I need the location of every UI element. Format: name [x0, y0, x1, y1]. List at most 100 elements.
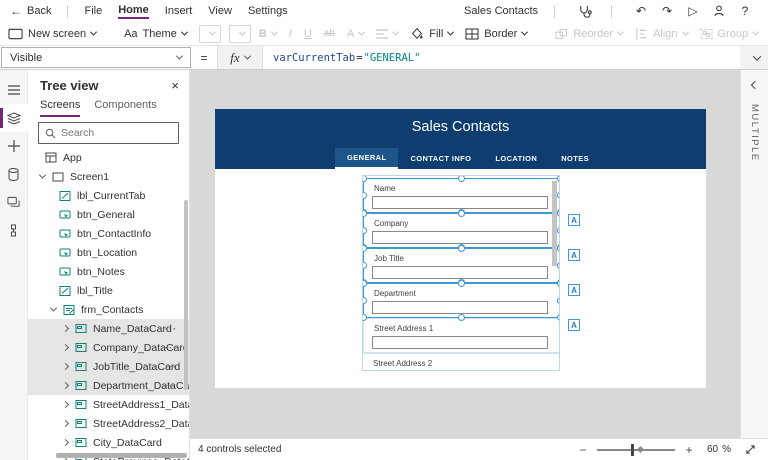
insert-plus-icon[interactable] — [0, 132, 28, 160]
tree-item-streetaddress2-datacard[interactable]: StreetAddress2_DataCard — [28, 414, 189, 433]
tree-item-lbl-title[interactable]: lbl_Title — [28, 281, 189, 300]
selection-handle[interactable] — [557, 210, 560, 217]
selection-handle[interactable] — [362, 192, 367, 199]
chevron-collapsed-icon[interactable] — [62, 344, 69, 351]
tree-item-lbl-currenttab[interactable]: lbl_CurrentTab — [28, 186, 189, 205]
chevron-collapsed-icon[interactable] — [62, 420, 69, 427]
selection-handle[interactable] — [557, 297, 560, 304]
underline-button[interactable]: U — [304, 28, 312, 40]
tree-view-icon[interactable] — [0, 104, 28, 132]
tree-vertical-scrollbar[interactable] — [184, 200, 188, 390]
chevron-collapsed-icon[interactable] — [62, 363, 69, 370]
selection-handle[interactable] — [458, 280, 465, 287]
text-field-badge[interactable]: A — [568, 284, 580, 296]
property-select[interactable]: Visible — [1, 47, 191, 68]
selection-handle[interactable] — [362, 297, 367, 304]
tree-item-name-datacard[interactable]: Name_DataCard ··· — [28, 319, 189, 338]
zoom-slider-thumb[interactable] — [631, 444, 634, 456]
menu-settings[interactable]: Settings — [248, 5, 288, 17]
selection-handle[interactable] — [557, 262, 560, 269]
tree-search-box[interactable] — [38, 122, 179, 144]
tab-components[interactable]: Components — [94, 99, 156, 117]
text-align-button[interactable] — [376, 29, 398, 39]
chevron-expanded-icon[interactable] — [50, 305, 57, 312]
text-input-field[interactable] — [372, 336, 548, 349]
fill-button[interactable]: Fill — [410, 27, 453, 40]
data-sources-icon[interactable] — [0, 160, 28, 188]
search-input[interactable] — [61, 127, 172, 139]
menu-insert[interactable]: Insert — [165, 5, 193, 17]
tree-horizontal-scrollbar[interactable] — [56, 453, 187, 458]
department-datacard[interactable]: Department — [363, 283, 560, 318]
border-button[interactable]: Border — [465, 28, 527, 40]
font-size-select[interactable] — [229, 25, 251, 43]
help-icon[interactable]: ? — [732, 4, 758, 18]
tree-item-btn-notes[interactable]: btn_Notes — [28, 262, 189, 281]
selection-handle[interactable] — [362, 280, 367, 287]
tree-item-city-datacard[interactable]: City_DataCard — [28, 433, 189, 452]
app-tab-contact-info[interactable]: CONTACT INFO — [398, 148, 483, 169]
chevron-collapsed-icon[interactable] — [62, 401, 69, 408]
reorder-button[interactable]: Reorder — [555, 28, 623, 40]
back-button[interactable]: ← Back — [10, 4, 51, 18]
more-options-icon[interactable]: ··· — [165, 362, 177, 372]
redo-icon[interactable]: ↷ — [654, 4, 680, 18]
text-input-field[interactable] — [372, 301, 548, 314]
more-options-icon[interactable]: ··· — [165, 381, 177, 391]
menu-home[interactable]: Home — [118, 4, 149, 19]
selection-handle[interactable] — [557, 227, 560, 234]
jobtitle-datacard[interactable]: Job Title — [363, 248, 560, 283]
selection-handle[interactable] — [362, 245, 367, 252]
chevron-left-icon[interactable] — [750, 81, 758, 89]
close-icon[interactable]: × — [171, 78, 179, 93]
selection-handle[interactable] — [362, 210, 367, 217]
streetaddress2-datacard[interactable]: Street Address 2 — [363, 353, 560, 371]
app-tab-location[interactable]: LOCATION — [483, 148, 549, 169]
tree-item-streetaddress1-datacard[interactable]: StreetAddress1_DataCard — [28, 395, 189, 414]
text-field-badge[interactable]: A — [568, 319, 580, 331]
formula-bar-expand-button[interactable] — [740, 46, 768, 69]
media-icon[interactable] — [0, 188, 28, 216]
zoom-slider[interactable] — [597, 449, 675, 451]
text-input-field[interactable] — [372, 266, 548, 279]
selection-handle[interactable] — [362, 227, 367, 234]
selection-handle[interactable] — [557, 245, 560, 252]
align-button[interactable]: Align — [635, 28, 687, 40]
tree-item-company-datacard[interactable]: Company_DataCard ··· — [28, 338, 189, 357]
selection-handle[interactable] — [458, 314, 465, 321]
tree-item-btn-general[interactable]: btn_General — [28, 205, 189, 224]
chevron-collapsed-icon[interactable] — [62, 325, 69, 332]
chevron-collapsed-icon[interactable] — [62, 439, 69, 446]
undo-icon[interactable]: ↶ — [628, 4, 654, 18]
share-person-icon[interactable] — [706, 4, 732, 18]
properties-panel-collapsed[interactable]: MULTIPLE — [740, 70, 768, 438]
more-options-icon[interactable]: ··· — [165, 343, 177, 353]
selection-handle[interactable] — [458, 175, 465, 182]
font-family-select[interactable] — [199, 25, 221, 43]
tree-item-frm-contacts[interactable]: frm_Contacts — [28, 300, 189, 319]
selection-handle[interactable] — [557, 175, 560, 182]
fit-to-window-icon[interactable] — [745, 444, 756, 455]
menu-view[interactable]: View — [208, 5, 232, 17]
tree-item-btn-location[interactable]: btn_Location — [28, 243, 189, 262]
form-scrollbar[interactable] — [552, 181, 557, 266]
app-tab-notes[interactable]: NOTES — [549, 148, 601, 169]
selection-handle[interactable] — [557, 280, 560, 287]
canvas-area[interactable]: Sales Contacts GENERAL CONTACT INFO LOCA… — [190, 70, 740, 438]
group-button[interactable]: Group — [700, 28, 759, 40]
selection-handle[interactable] — [362, 262, 367, 269]
zoom-out-button[interactable]: − — [575, 443, 591, 457]
font-color-button[interactable]: A — [347, 28, 364, 40]
tree-item-department-datacard[interactable]: Department_DataCard ··· — [28, 376, 189, 395]
selection-handle[interactable] — [557, 314, 560, 321]
app-header[interactable]: Sales Contacts GENERAL CONTACT INFO LOCA… — [215, 109, 706, 169]
company-datacard[interactable]: Company — [363, 213, 560, 248]
text-input-field[interactable] — [372, 231, 548, 244]
app-checker-icon[interactable] — [571, 4, 597, 19]
zoom-in-button[interactable]: + — [681, 443, 697, 457]
hamburger-menu-icon[interactable] — [0, 76, 28, 104]
play-preview-icon[interactable]: ▷ — [680, 4, 706, 18]
app-tab-general[interactable]: GENERAL — [335, 148, 398, 169]
bold-button[interactable]: B — [259, 28, 277, 40]
streetaddress1-datacard[interactable]: Street Address 1 — [363, 318, 560, 353]
